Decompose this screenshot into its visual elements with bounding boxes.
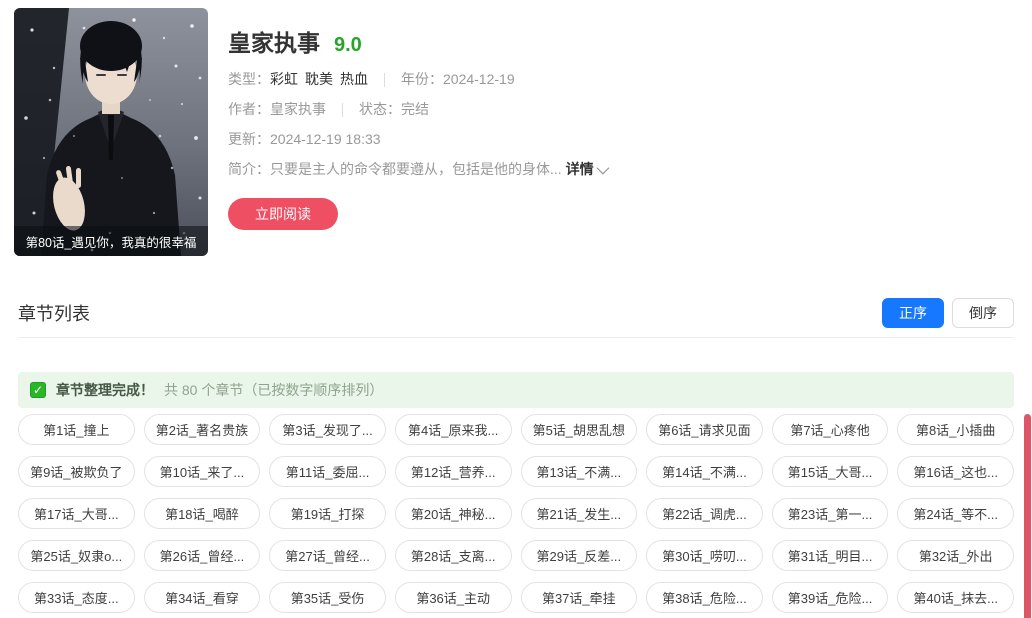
chapter-button[interactable]: 第2话_著名贵族 bbox=[144, 414, 261, 445]
author-label: 作者： bbox=[228, 101, 270, 118]
chapter-button[interactable]: 第13话_不满... bbox=[521, 456, 638, 487]
chapter-button[interactable]: 第6话_请求见面 bbox=[646, 414, 763, 445]
chapter-sorted-notice: ✓ 章节整理完成！ 共 80 个章节（已按数字顺序排列） bbox=[18, 372, 1014, 408]
chapter-button[interactable]: 第9话_被欺负了 bbox=[18, 456, 135, 487]
chapter-button[interactable]: 第28话_支离... bbox=[395, 540, 512, 571]
chapter-button[interactable]: 第36话_主动 bbox=[395, 582, 512, 613]
year-label: 年份： bbox=[401, 71, 443, 88]
chapter-button[interactable]: 第30话_唠叨... bbox=[646, 540, 763, 571]
chapter-button[interactable]: 第1话_撞上 bbox=[18, 414, 135, 445]
type-tag-link[interactable]: 彩虹 bbox=[270, 71, 298, 88]
meta-row-author-status: 作者： 皇家执事 状态： 完结 bbox=[228, 101, 988, 118]
chapter-button[interactable]: 第29话_反差... bbox=[521, 540, 638, 571]
detail-link-label: 详情 bbox=[566, 161, 594, 178]
meta-row-intro: 简介： 只要是主人的命令都要遵从，包括是他的身体... 详情 bbox=[228, 161, 988, 178]
scrollbar-thumb[interactable] bbox=[1024, 414, 1031, 618]
comic-title: 皇家执事 bbox=[228, 24, 320, 58]
update-value: 2024-12-19 18:33 bbox=[270, 131, 381, 148]
meta-row-type-year: 类型： 彩虹耽美热血 年份： 2024-12-19 bbox=[228, 71, 988, 88]
comic-detail-page: 第80话_遇见你，我真的很幸福 皇家执事 9.0 类型： 彩虹耽美热血 年份： … bbox=[0, 0, 1032, 618]
chapter-button[interactable]: 第38话_危险... bbox=[646, 582, 763, 613]
chapter-button[interactable]: 第35话_受伤 bbox=[269, 582, 386, 613]
rating-score: 9.0 bbox=[334, 34, 362, 57]
chapter-list-header: 章节列表 正序 倒序 bbox=[18, 288, 1014, 338]
chapter-button[interactable]: 第24话_等不... bbox=[897, 498, 1014, 529]
meta-row-update: 更新： 2024-12-19 18:33 bbox=[228, 131, 988, 148]
chapter-button[interactable]: 第12话_营养... bbox=[395, 456, 512, 487]
vertical-divider bbox=[384, 73, 385, 87]
chapter-button[interactable]: 第19话_打探 bbox=[269, 498, 386, 529]
chapter-button[interactable]: 第4话_原来我... bbox=[395, 414, 512, 445]
chapter-button[interactable]: 第16话_这也... bbox=[897, 456, 1014, 487]
chapter-section-title: 章节列表 bbox=[18, 300, 90, 326]
chapter-button[interactable]: 第21话_发生... bbox=[521, 498, 638, 529]
check-icon: ✓ bbox=[30, 382, 46, 398]
chapter-button[interactable]: 第34话_看穿 bbox=[144, 582, 261, 613]
chapter-grid: 第1话_撞上第2话_著名贵族第3话_发现了... 第4话_原来我... 第5话_胡思… bbox=[18, 414, 1014, 613]
chapter-button[interactable]: 第40话_抹去... bbox=[897, 582, 1014, 613]
sort-descending-button[interactable]: 倒序 bbox=[952, 298, 1014, 328]
chapter-button[interactable]: 第37话_牵挂 bbox=[521, 582, 638, 613]
chapter-button[interactable]: 第25话_奴隶o... bbox=[18, 540, 135, 571]
type-tag-link[interactable]: 热血 bbox=[340, 71, 368, 88]
chapter-button[interactable]: 第14话_不满... bbox=[646, 456, 763, 487]
chapter-button[interactable]: 第27话_曾经... bbox=[269, 540, 386, 571]
author-value: 皇家执事 bbox=[270, 101, 326, 118]
chapter-button[interactable]: 第32话_外出 bbox=[897, 540, 1014, 571]
notice-bold-text: 章节整理完成！ bbox=[56, 380, 154, 400]
chapter-button[interactable]: 第15话_大哥... bbox=[772, 456, 889, 487]
intro-text: 只要是主人的命令都要遵从，包括是他的身体... bbox=[270, 161, 562, 178]
sort-ascending-button[interactable]: 正序 bbox=[882, 298, 944, 328]
chapter-button[interactable]: 第26话_曾经... bbox=[144, 540, 261, 571]
vertical-divider bbox=[342, 103, 343, 117]
cover-image[interactable]: 第80话_遇见你，我真的很幸福 bbox=[14, 8, 208, 256]
update-label: 更新： bbox=[228, 131, 270, 148]
chapter-button[interactable]: 第10话_来了... bbox=[144, 456, 261, 487]
comic-info-panel: 皇家执事 9.0 类型： 彩虹耽美热血 年份： 2024-12-19 作者： 皇… bbox=[228, 24, 988, 230]
chapter-button[interactable]: 第3话_发现了... bbox=[269, 414, 386, 445]
chapter-button[interactable]: 第20话_神秘... bbox=[395, 498, 512, 529]
chapter-button[interactable]: 第17话_大哥... bbox=[18, 498, 135, 529]
chapter-button[interactable]: 第5话_胡思乱想 bbox=[521, 414, 638, 445]
chevron-down-icon bbox=[596, 162, 609, 175]
chapter-button[interactable]: 第7话_心疼他 bbox=[772, 414, 889, 445]
chapter-button[interactable]: 第22话_调虎... bbox=[646, 498, 763, 529]
notice-normal-text: 共 80 个章节（已按数字顺序排列） bbox=[164, 380, 383, 400]
type-tags: 彩虹耽美热血 bbox=[270, 71, 368, 88]
read-now-button[interactable]: 立即阅读 bbox=[228, 198, 338, 230]
cover-art-illustration bbox=[14, 8, 208, 256]
chapter-button[interactable]: 第39话_危险... bbox=[772, 582, 889, 613]
intro-label: 简介： bbox=[228, 161, 270, 178]
status-label: 状态： bbox=[359, 101, 401, 118]
sort-button-group: 正序 倒序 bbox=[882, 298, 1014, 328]
year-value: 2024-12-19 bbox=[443, 71, 515, 88]
chapter-button[interactable]: 第31话_明目... bbox=[772, 540, 889, 571]
detail-toggle-link[interactable]: 详情 bbox=[566, 161, 606, 178]
chapter-button[interactable]: 第18话_喝醉 bbox=[144, 498, 261, 529]
type-label: 类型： bbox=[228, 71, 270, 88]
chapter-button[interactable]: 第23话_第一... bbox=[772, 498, 889, 529]
status-value: 完结 bbox=[401, 101, 429, 118]
type-tag-link[interactable]: 耽美 bbox=[305, 71, 333, 88]
chapter-button[interactable]: 第8话_小插曲 bbox=[897, 414, 1014, 445]
chapter-button[interactable]: 第33话_态度... bbox=[18, 582, 135, 613]
chapter-button[interactable]: 第11话_委屈... bbox=[269, 456, 386, 487]
cover-latest-chapter-caption: 第80话_遇见你，我真的很幸福 bbox=[14, 226, 208, 256]
